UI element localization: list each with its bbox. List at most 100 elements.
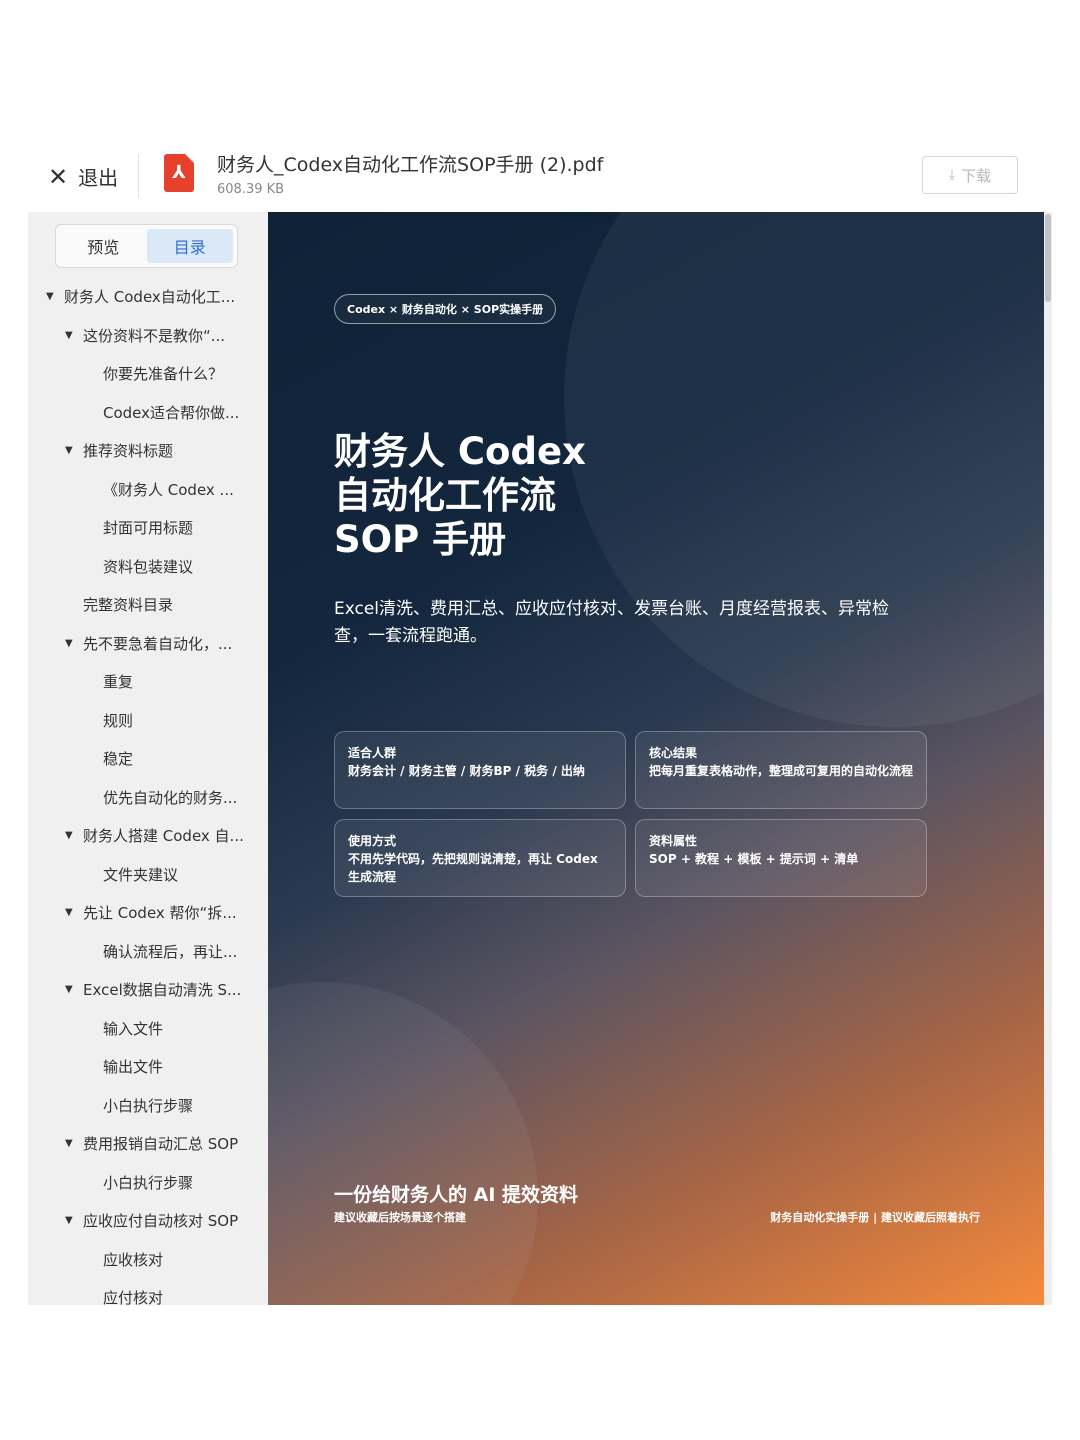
download-button[interactable]: ⤓ 下载: [922, 156, 1018, 194]
card-title: 适合人群: [348, 746, 397, 760]
toc-item[interactable]: ▼ 这份资料不是教你“...: [65, 319, 225, 351]
toc-item-label: 稳定: [103, 749, 134, 768]
download-icon: ⤓: [948, 167, 956, 183]
info-card: 适合人群 财务会计 / 财务主管 / 财务BP / 税务 / 出纳: [334, 731, 626, 809]
toc-item[interactable]: 小白执行步骤: [103, 1089, 193, 1121]
toc-item-label: 这份资料不是教你“...: [83, 326, 226, 345]
toc-item-label: 封面可用标题: [103, 518, 194, 537]
info-card: 资料属性 SOP + 教程 + 模板 + 提示词 + 清单: [635, 819, 927, 897]
toc-item[interactable]: ▼ 先不要急着自动化，...: [65, 627, 232, 659]
toc-item-label: 推荐资料标题: [83, 441, 174, 460]
toc-item-label: 输入文件: [103, 1019, 164, 1038]
toc-item[interactable]: ▼ 推荐资料标题: [65, 434, 173, 466]
toc-item-label: 应收核对: [103, 1250, 164, 1269]
cover-title-line: 财务人 Codex: [334, 430, 586, 473]
toc-item[interactable]: 封面可用标题: [103, 511, 193, 543]
toc-item[interactable]: 小白执行步骤: [103, 1166, 193, 1198]
download-label: 下载: [961, 166, 992, 185]
sidebar: 预览 目录 ▼ 财务人 Codex自动化工... ▼ 这份资料不是教你“... 你要先准…: [28, 212, 268, 1305]
toc-item[interactable]: 你要先准备什么？: [103, 357, 223, 389]
cover-badge: Codex × 财务自动化 × SOP实操手册: [334, 294, 557, 324]
cover-title: 财务人 Codex 自动化工作流 SOP 手册: [334, 430, 586, 562]
caret-down-icon[interactable]: ▼: [65, 445, 83, 456]
cover-title-line: SOP 手册: [334, 518, 507, 561]
cover-footer-note: 财务自动化实操手册 | 建议收藏后照着执行: [770, 1211, 980, 1224]
cover-footer-subtitle: 建议收藏后按场景逐个搭建: [334, 1211, 466, 1224]
decorative-circle: [268, 982, 538, 1305]
card-body: 把每月重复表格动作，整理成可复用的自动化流程: [649, 764, 914, 778]
toc-item[interactable]: ▼ 先让 Codex 帮你“拆...: [65, 896, 237, 928]
toc-item-label: 优先自动化的财务...: [103, 788, 238, 807]
toc-item[interactable]: Codex适合帮你做...: [103, 396, 239, 428]
toc-item-label: 文件夹建议: [103, 865, 179, 884]
toc-item-label: 输出文件: [103, 1057, 164, 1076]
toc-item-label: 财务人搭建 Codex 自...: [83, 826, 244, 845]
toc-item[interactable]: 《财务人 Codex ...: [103, 473, 234, 505]
toc-item-label: Codex适合帮你做...: [103, 403, 240, 422]
card-body: 不用先学代码，先把规则说清楚，再让 Codex 生成流程: [348, 852, 598, 884]
toc-item-label: 应收应付自动核对 SOP: [83, 1211, 239, 1230]
cover-title-line: 自动化工作流: [334, 474, 556, 517]
info-card: 使用方式 不用先学代码，先把规则说清楚，再让 Codex 生成流程: [334, 819, 626, 897]
caret-down-icon[interactable]: ▼: [65, 984, 83, 995]
scrollbar-thumb[interactable]: [1045, 214, 1051, 302]
toc-item[interactable]: 稳定: [103, 742, 133, 774]
toc-item[interactable]: 优先自动化的财务...: [103, 781, 237, 813]
file-size: 608.39 KB: [217, 182, 285, 197]
toc-item[interactable]: ▼ 财务人 Codex自动化工...: [46, 280, 235, 312]
toc-item[interactable]: ▼ 财务人搭建 Codex 自...: [65, 819, 244, 851]
cover-subtitle: Excel清洗、费用汇总、应收应付核对、发票台账、月度经营报表、异常检查，一套流…: [334, 599, 890, 646]
toc-item[interactable]: 文件夹建议: [103, 858, 178, 890]
toc-item-label: 先让 Codex 帮你“拆...: [83, 903, 237, 922]
toc-item-label: 重复: [103, 672, 134, 691]
toc-item[interactable]: 输出文件: [103, 1050, 163, 1082]
toc-item-label: 完整资料目录: [83, 595, 174, 614]
toc-item[interactable]: 输入文件: [103, 1012, 163, 1044]
toc-item-label: 小白执行步骤: [103, 1173, 194, 1192]
caret-down-icon[interactable]: ▼: [65, 1215, 83, 1226]
toc-item[interactable]: ▼ Excel数据自动清洗 S...: [65, 973, 241, 1005]
vertical-scrollbar[interactable]: [1044, 212, 1052, 1305]
toc-item-label: 小白执行步骤: [103, 1096, 194, 1115]
toc-item-label: 费用报销自动汇总 SOP: [83, 1134, 239, 1153]
info-card: 核心结果 把每月重复表格动作，整理成可复用的自动化流程: [635, 731, 927, 809]
cover-footer-title: 一份给财务人的 AI 提效资料: [334, 1184, 579, 1206]
close-icon: ✕: [48, 162, 69, 191]
toc-item-label: 应付核对: [103, 1288, 164, 1306]
caret-down-icon[interactable]: ▼: [65, 330, 83, 341]
toc-item-label: 你要先准备什么？: [103, 364, 224, 383]
tab-toc[interactable]: 目录: [146, 229, 233, 263]
toc-item[interactable]: 应付核对: [103, 1281, 164, 1306]
toc-item[interactable]: 规则: [103, 704, 133, 736]
caret-down-icon[interactable]: ▼: [65, 638, 83, 649]
toc-item[interactable]: ▼ 费用报销自动汇总 SOP: [65, 1127, 238, 1159]
pdf-file-icon: ⅄: [164, 154, 194, 192]
toc-item[interactable]: 完整资料目录: [83, 588, 173, 620]
view-mode-toggle: 预览 目录: [55, 224, 238, 268]
file-header: ✕ 退出 ⅄ 财务人_Codex自动化工作流SOP手册 (2).pdf 608.…: [28, 140, 1052, 212]
toc-item-label: 先不要急着自动化，...: [83, 634, 233, 653]
exit-button[interactable]: ✕ 退出: [48, 162, 118, 191]
caret-down-icon[interactable]: ▼: [46, 291, 64, 302]
toc-item[interactable]: 资料包装建议: [103, 550, 193, 582]
pdf-page: Codex × 财务自动化 × SOP实操手册 财务人 Codex 自动化工作流…: [268, 212, 1044, 1305]
tab-preview[interactable]: 预览: [60, 229, 147, 263]
card-body: SOP + 教程 + 模板 + 提示词 + 清单: [649, 852, 859, 866]
toc-item-label: 财务人 Codex自动化工...: [64, 287, 236, 306]
caret-down-icon[interactable]: ▼: [65, 830, 83, 841]
caret-down-icon[interactable]: ▼: [65, 907, 83, 918]
card-title: 核心结果: [649, 746, 698, 760]
toc-item[interactable]: ▼ 应收应付自动核对 SOP: [65, 1204, 238, 1236]
toc-item-label: 《财务人 Codex ...: [103, 480, 234, 499]
card-title: 使用方式: [348, 834, 397, 848]
pdf-viewer[interactable]: Codex × 财务自动化 × SOP实操手册 财务人 Codex 自动化工作流…: [268, 212, 1052, 1305]
toc-item-label: Excel数据自动清洗 S...: [83, 980, 242, 999]
exit-label: 退出: [78, 166, 119, 190]
toc-item[interactable]: 应收核对: [103, 1243, 163, 1275]
toc-item-label: 确认流程后，再让...: [103, 942, 238, 961]
caret-down-icon[interactable]: ▼: [65, 1138, 83, 1149]
card-title: 资料属性: [649, 834, 698, 848]
toc-item[interactable]: 确认流程后，再让...: [103, 935, 237, 967]
file-name: 财务人_Codex自动化工作流SOP手册 (2).pdf: [217, 154, 604, 176]
toc-item[interactable]: 重复: [103, 665, 133, 697]
